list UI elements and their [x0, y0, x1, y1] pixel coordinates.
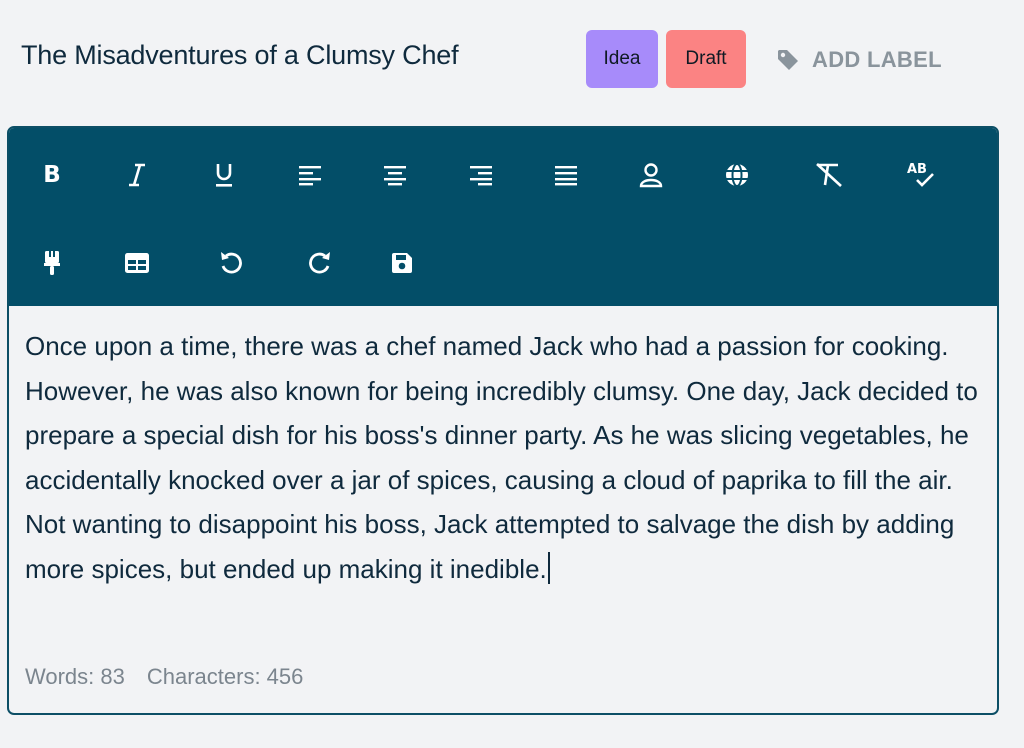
tag-icon [776, 48, 800, 72]
label-badge-idea[interactable]: Idea [586, 30, 658, 88]
bold-button[interactable]: B [29, 152, 75, 198]
word-count: Words: 83 [25, 664, 125, 689]
underline-icon [213, 162, 235, 188]
align-center-button[interactable] [372, 152, 418, 198]
globe-icon [724, 162, 750, 188]
clear-formatting-button[interactable] [806, 152, 852, 198]
align-center-icon [383, 164, 407, 186]
label-badge-draft[interactable]: Draft [666, 30, 746, 88]
character-count: Characters: 456 [146, 664, 304, 689]
align-justify-icon [554, 164, 578, 186]
editor-content[interactable]: Once upon a time, there was a chef named… [25, 324, 985, 591]
user-button[interactable] [628, 152, 674, 198]
save-icon [390, 251, 414, 275]
clear-format-icon [814, 162, 844, 188]
add-label-text: ADD LABEL [812, 47, 942, 72]
align-left-button[interactable] [287, 152, 333, 198]
italic-button[interactable] [114, 152, 160, 198]
italic-icon [126, 163, 148, 187]
spellcheck-icon: AB [906, 160, 938, 190]
paint-brush-icon [41, 249, 63, 277]
user-icon [639, 162, 663, 188]
document-header: The Misadventures of a Clumsy Chef Idea … [0, 0, 1024, 120]
format-painter-button[interactable] [29, 240, 75, 286]
svg-text:AB: AB [907, 162, 927, 177]
justify-button[interactable] [543, 152, 589, 198]
save-button[interactable] [379, 240, 425, 286]
bold-icon: B [43, 161, 61, 188]
redo-icon [307, 250, 333, 276]
language-button[interactable] [714, 152, 760, 198]
rich-text-editor: B AB Once upon a time, there was a chef … [7, 126, 999, 715]
underline-button[interactable] [201, 152, 247, 198]
text-cursor [547, 551, 550, 584]
undo-icon [218, 250, 244, 276]
editor-toolbar: B AB [9, 128, 997, 306]
undo-button[interactable] [208, 240, 254, 286]
table-icon [124, 252, 150, 274]
align-right-button[interactable] [458, 152, 504, 198]
document-stats: Words: 83 Characters: 456 [25, 664, 303, 690]
document-title[interactable]: The Misadventures of a Clumsy Chef [21, 40, 459, 71]
add-label-button[interactable]: ADD LABEL [776, 44, 942, 76]
table-button[interactable] [114, 240, 160, 286]
align-right-icon [469, 164, 493, 186]
align-left-icon [298, 164, 322, 186]
editor-text: Once upon a time, there was a chef named… [25, 331, 978, 584]
spellcheck-button[interactable]: AB [899, 152, 945, 198]
redo-button[interactable] [297, 240, 343, 286]
